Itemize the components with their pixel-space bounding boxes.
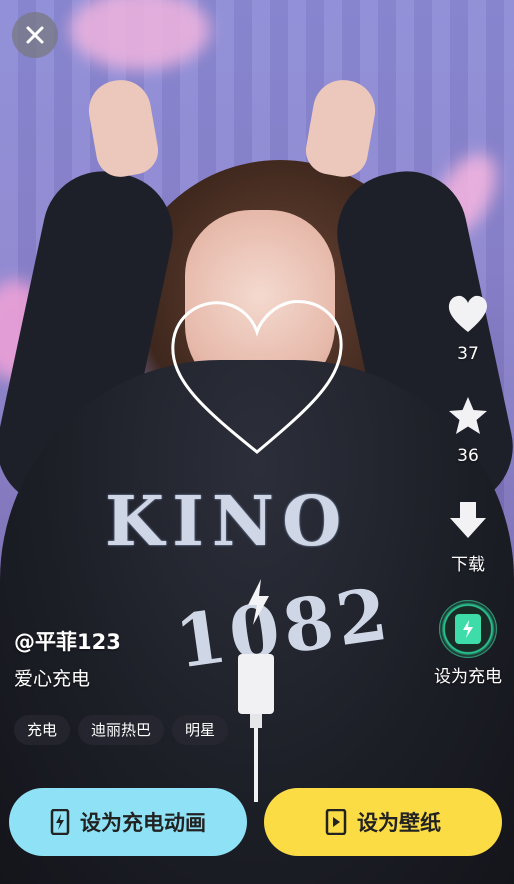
wallpaper-play-icon xyxy=(325,809,347,835)
like-count: 37 xyxy=(457,344,479,364)
favorite-action[interactable]: 36 xyxy=(432,394,504,466)
shirt-print-word: KINO xyxy=(105,482,350,562)
charging-icon xyxy=(455,614,481,644)
set-charge-action[interactable]: 设为充电 xyxy=(428,600,508,687)
favorite-count: 36 xyxy=(457,446,479,466)
download-action[interactable]: 下载 xyxy=(432,498,504,575)
set-charge-label: 设为充电 xyxy=(434,667,502,687)
video-description: 爱心充电 xyxy=(14,668,91,690)
download-label: 下载 xyxy=(451,555,485,575)
heart-icon xyxy=(448,295,487,332)
star-icon xyxy=(449,397,487,434)
heart-outline-overlay xyxy=(171,299,343,454)
set-wallpaper-button[interactable]: 设为壁纸 xyxy=(264,788,502,856)
charging-icon-ring xyxy=(439,600,497,658)
close-icon xyxy=(26,26,44,44)
download-icon xyxy=(450,502,486,538)
tag-item[interactable]: 明星 xyxy=(172,715,229,745)
set-charging-animation-label: 设为充电动画 xyxy=(80,811,206,835)
author-handle[interactable]: @平菲123 xyxy=(14,626,121,656)
tag-list: 充电 迪丽热巴 明星 xyxy=(14,715,229,745)
like-action[interactable]: 37 xyxy=(432,292,504,364)
tag-item[interactable]: 迪丽热巴 xyxy=(78,715,165,745)
charging-phone-icon xyxy=(50,809,70,835)
lightning-bolt-icon xyxy=(248,579,269,625)
charging-cable-graphic xyxy=(238,654,274,802)
close-button[interactable] xyxy=(12,12,58,58)
set-charging-animation-button[interactable]: 设为充电动画 xyxy=(9,788,247,856)
set-wallpaper-label: 设为壁纸 xyxy=(357,811,441,835)
tag-item[interactable]: 充电 xyxy=(14,715,71,745)
